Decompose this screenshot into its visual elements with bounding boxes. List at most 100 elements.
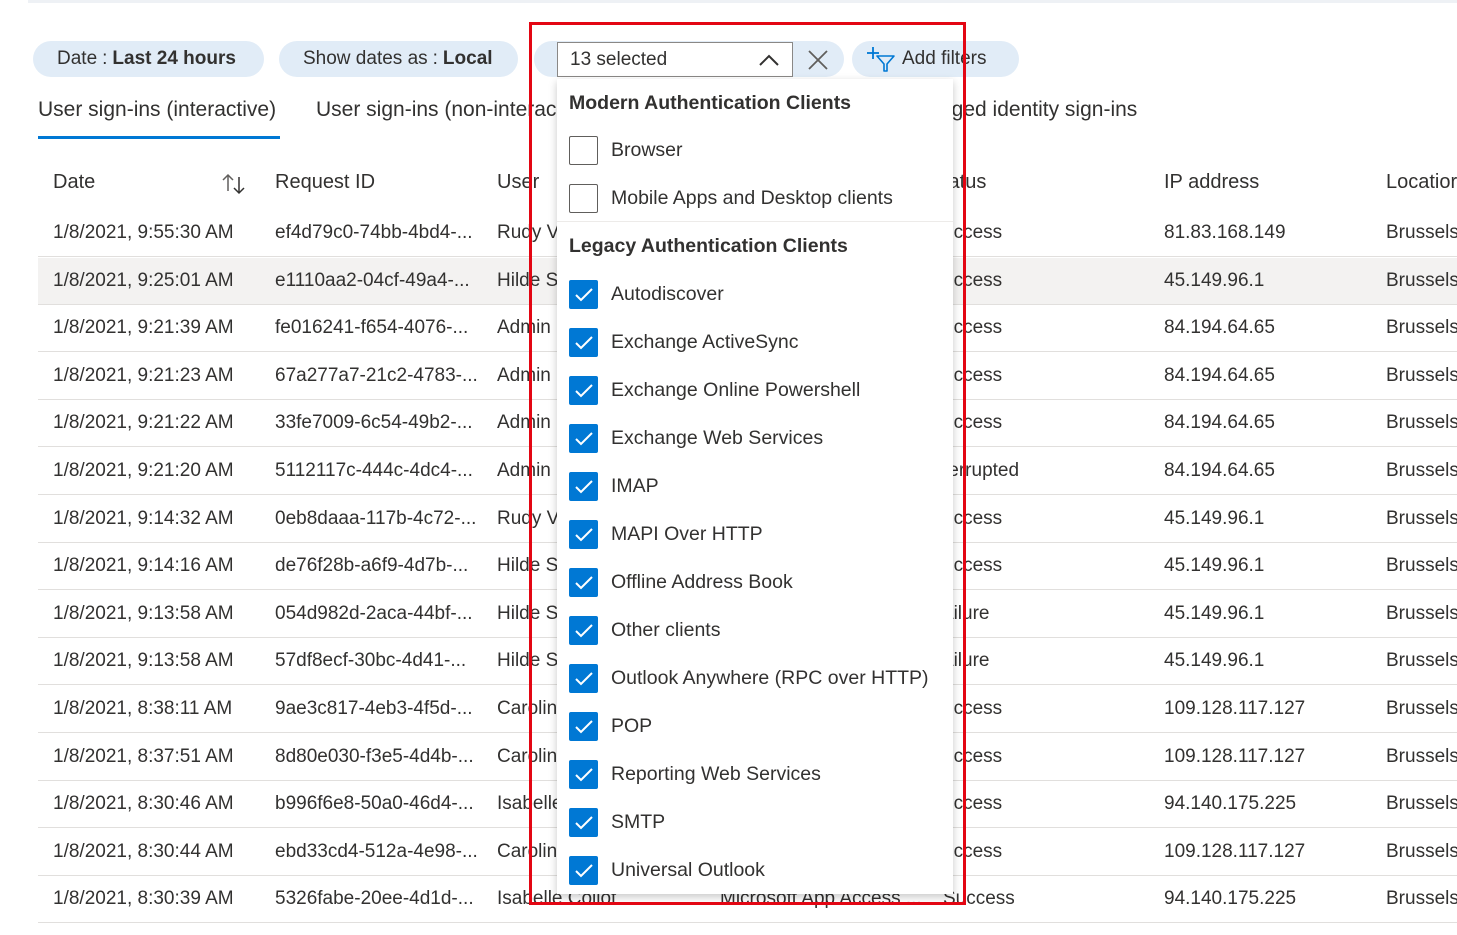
checkmark-icon [575, 575, 593, 589]
dropdown-option[interactable]: Browser [569, 135, 683, 165]
dropdown-option[interactable]: Outlook Anywhere (RPC over HTTP) [569, 663, 929, 693]
cell-request-id: b996f6e8-50a0-46d4-... [275, 793, 474, 815]
checkmark-icon [575, 335, 593, 349]
option-checkbox[interactable] [569, 759, 598, 789]
add-filters-button[interactable]: Add filters [852, 41, 1019, 77]
top-divider [28, 0, 1457, 3]
cell-date: 1/8/2021, 8:38:11 AM [53, 698, 233, 719]
dropdown-option[interactable]: POP [569, 711, 652, 741]
option-label: Mobile Apps and Desktop clients [611, 186, 893, 209]
cell-date: 1/8/2021, 9:25:01 AM [53, 269, 234, 291]
cell-location: Brussels, [1386, 602, 1457, 624]
sort-icon[interactable] [220, 172, 248, 196]
cell-ip-address: 84.194.64.65 [1164, 317, 1275, 339]
dropdown-option[interactable]: MAPI Over HTTP [569, 519, 763, 549]
date-filter-pill[interactable]: Date : Last 24 hours [33, 41, 264, 77]
cell-location: Brussels, [1386, 698, 1457, 719]
dropdown-option[interactable]: Universal Outlook [569, 855, 765, 885]
option-checkbox[interactable] [569, 375, 598, 405]
cell-user: Rudy V [497, 507, 560, 529]
option-label: Universal Outlook [611, 858, 765, 881]
cell-user: Admin [497, 412, 551, 434]
option-checkbox[interactable] [569, 807, 598, 837]
cell-location: Brussels, [1386, 745, 1457, 767]
column-header-user[interactable]: User [497, 171, 539, 194]
cell-user: Hilde S [497, 269, 559, 291]
cell-ip-address: 45.149.96.1 [1164, 602, 1265, 624]
cell-ip-address: 109.128.117.127 [1164, 698, 1306, 719]
cell-date: 1/8/2021, 9:21:39 AM [53, 317, 234, 339]
show-dates-key: Show dates as [303, 48, 428, 69]
cell-user: Carolin [497, 840, 558, 862]
option-checkbox[interactable] [569, 711, 598, 741]
cell-request-id: de76f28b-a6f9-4d7b-... [275, 555, 469, 577]
option-checkbox[interactable] [569, 567, 598, 597]
cell-date: 1/8/2021, 8:30:46 AM [53, 793, 234, 815]
cell-request-id: 0eb8daaa-117b-4c72-... [275, 507, 477, 529]
column-header-date[interactable]: Date [53, 171, 95, 194]
cell-ip-address: 45.149.96.1 [1164, 507, 1265, 529]
cell-date: 1/8/2021, 8:30:39 AM [53, 888, 234, 910]
dropdown-option[interactable]: Exchange ActiveSync [569, 327, 799, 357]
cell-location: Brussels, [1386, 793, 1457, 815]
option-checkbox[interactable] [569, 183, 598, 213]
option-checkbox[interactable] [569, 471, 598, 501]
cell-date: 1/8/2021, 9:21:22 AM [53, 412, 234, 434]
option-label: Other clients [611, 618, 721, 641]
cell-user: Rudy V [497, 222, 560, 243]
option-checkbox[interactable] [569, 279, 598, 309]
option-checkbox[interactable] [569, 615, 598, 645]
cell-location: Brussels, [1386, 412, 1457, 434]
option-label: POP [611, 714, 653, 737]
tab-user-sign-ins-non-interactive[interactable]: User sign-ins (non-interac [316, 98, 556, 122]
checkmark-icon [575, 287, 593, 301]
cell-user: Carolin [497, 745, 558, 767]
cell-request-id: 57df8ecf-30bc-4d41-... [275, 650, 467, 672]
option-checkbox[interactable] [569, 327, 598, 357]
dropdown-option[interactable]: Offline Address Book [569, 567, 793, 597]
client-app-dropdown: Modern Authentication Clients Browser Mobi… [557, 79, 953, 894]
dropdown-option[interactable]: Other clients [569, 615, 720, 645]
tab-managed-identity-sign-ins[interactable]: aged identity sign-ins [940, 98, 1137, 122]
client-app-selected-text: 13 selected [570, 48, 668, 70]
cell-date: 1/8/2021, 9:14:32 AM [53, 507, 234, 529]
column-header-ip-address[interactable]: IP address [1164, 171, 1259, 194]
cell-ip-address: 109.128.117.127 [1164, 745, 1306, 767]
cell-location: Brussels, [1386, 507, 1457, 529]
cell-location: Brussels, [1386, 317, 1457, 339]
dropdown-option[interactable]: IMAP [569, 471, 659, 501]
cell-user: Isabelle [497, 793, 563, 815]
cell-ip-address: 45.149.96.1 [1164, 555, 1265, 577]
column-header-request-id[interactable]: Request ID [275, 171, 375, 194]
cell-ip-address: 45.149.96.1 [1164, 650, 1265, 672]
dropdown-option[interactable]: Autodiscover [569, 279, 724, 309]
tab-user-sign-ins-interactive[interactable]: User sign-ins (interactive) [38, 98, 281, 139]
option-checkbox[interactable] [569, 423, 598, 453]
option-label: Browser [611, 138, 683, 161]
checkmark-icon [575, 815, 593, 829]
cell-ip-address: 84.194.64.65 [1164, 460, 1275, 481]
cell-request-id: 9ae3c817-4eb3-4f5d-... [275, 698, 473, 719]
checkmark-icon [575, 383, 593, 397]
dropdown-option[interactable]: Reporting Web Services [569, 759, 821, 789]
option-checkbox[interactable] [569, 855, 598, 885]
column-header-location[interactable]: Locatior [1386, 171, 1457, 194]
option-checkbox[interactable] [569, 519, 598, 549]
dropdown-option[interactable]: SMTP [569, 807, 665, 837]
cell-date: 1/8/2021, 9:13:58 AM [53, 650, 234, 672]
add-filters-label: Add filters [902, 48, 987, 69]
option-label: Exchange Web Services [611, 426, 824, 449]
checkmark-icon [575, 767, 593, 781]
dropdown-option[interactable]: Mobile Apps and Desktop clients [569, 183, 893, 213]
dropdown-option[interactable]: Exchange Web Services [569, 423, 823, 453]
client-app-select[interactable]: 13 selected [557, 42, 793, 77]
cell-date: 1/8/2021, 9:55:30 AM [53, 222, 234, 243]
show-dates-pill[interactable]: Show dates as : Local [279, 41, 518, 77]
checkmark-icon [575, 431, 593, 445]
dropdown-option[interactable]: Exchange Online Powershell [569, 375, 860, 405]
option-checkbox[interactable] [569, 663, 598, 693]
cell-user: Hilde S [497, 602, 559, 624]
checkmark-icon [575, 623, 593, 637]
option-checkbox[interactable] [569, 135, 598, 165]
close-icon[interactable] [806, 48, 830, 72]
